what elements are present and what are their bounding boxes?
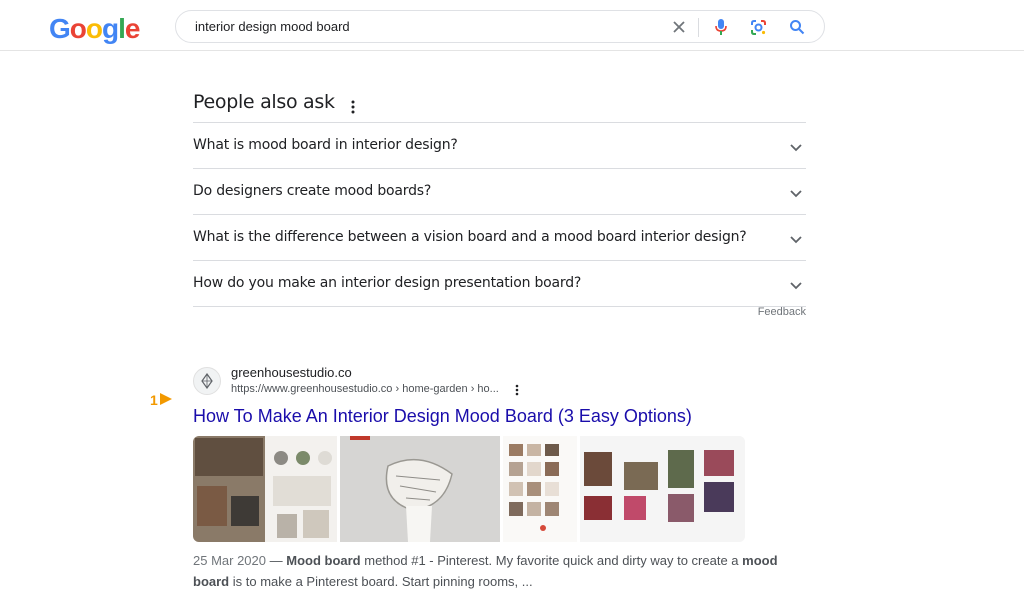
paa-title: People also ask xyxy=(193,88,806,122)
divider xyxy=(698,18,699,37)
rank-arrow-icon xyxy=(160,393,172,405)
thumbnail-image[interactable] xyxy=(580,436,745,542)
more-options-icon[interactable] xyxy=(351,94,355,122)
result-snippet: 25 Mar 2020 — Mood board method #1 - Pin… xyxy=(193,550,793,592)
paa-question-text: Do designers create mood boards? xyxy=(193,183,432,199)
site-url[interactable]: https://www.greenhousestudio.co › home-g… xyxy=(231,383,499,395)
paa-question[interactable]: Do designers create mood boards? xyxy=(193,169,806,215)
search-input[interactable]: interior design mood board xyxy=(195,19,350,34)
feedback-link[interactable]: Feedback xyxy=(758,306,806,318)
paa-question-text: What is mood board in interior design? xyxy=(193,137,458,153)
site-name[interactable]: greenhousestudio.co xyxy=(231,365,352,380)
more-options-icon[interactable] xyxy=(515,383,519,401)
snippet-sep: — xyxy=(266,553,287,568)
site-favicon[interactable] xyxy=(193,367,221,395)
thumbnail-image[interactable] xyxy=(340,436,500,542)
snippet-text-2: is to make a Pinterest board. Start pinn… xyxy=(229,574,533,589)
rank-number: 1 xyxy=(150,392,158,408)
paa-question-text: How do you make an interior design prese… xyxy=(193,275,582,291)
image-thumbnails xyxy=(193,436,745,542)
paa-list: What is mood board in interior design? D… xyxy=(193,122,806,307)
result-title-link[interactable]: How To Make An Interior Design Mood Boar… xyxy=(193,406,692,427)
close-icon[interactable] xyxy=(670,18,688,36)
thumbnail-image[interactable] xyxy=(193,436,337,542)
chevron-down-icon[interactable] xyxy=(790,277,802,295)
header: Google interior design mood board xyxy=(0,0,1024,51)
lens-icon[interactable] xyxy=(749,18,767,36)
thumbnail-image[interactable] xyxy=(503,436,577,542)
search-icon[interactable] xyxy=(788,18,806,36)
paa-question-text: What is the difference between a vision … xyxy=(193,229,747,245)
paa-title-text: People also ask xyxy=(193,91,335,113)
snippet-bold-1: Mood board xyxy=(286,553,361,568)
paa-question[interactable]: What is the difference between a vision … xyxy=(193,215,806,261)
paa-question[interactable]: What is mood board in interior design? xyxy=(193,123,806,169)
chevron-down-icon[interactable] xyxy=(790,139,802,157)
chevron-down-icon[interactable] xyxy=(790,185,802,203)
chevron-down-icon[interactable] xyxy=(790,231,802,249)
mic-icon[interactable] xyxy=(712,18,730,36)
search-box[interactable]: interior design mood board xyxy=(175,10,825,43)
people-also-ask: People also ask What is mood board in in… xyxy=(193,88,806,318)
paa-question[interactable]: How do you make an interior design prese… xyxy=(193,261,806,307)
snippet-text-1: method #1 - Pinterest. My favorite quick… xyxy=(360,553,743,568)
google-logo[interactable]: Google xyxy=(49,13,140,45)
result-date: 25 Mar 2020 xyxy=(193,553,266,568)
